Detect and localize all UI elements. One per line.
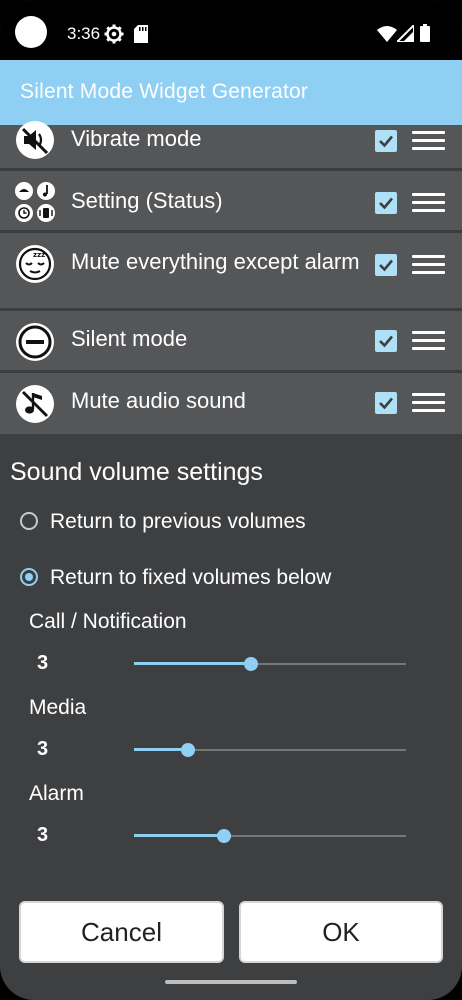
do-not-disturb-icon <box>16 323 54 361</box>
radio-fixed-volumes[interactable] <box>20 568 38 586</box>
mode-label: Silent mode <box>71 326 188 351</box>
mode-label: Mute audio sound <box>71 388 246 413</box>
drag-handle-icon[interactable] <box>412 255 445 279</box>
slider-fill <box>134 662 251 665</box>
radio-label[interactable]: Return to previous volumes <box>50 510 306 534</box>
status-time: 3:36 <box>67 24 101 43</box>
slider-thumb[interactable] <box>244 657 258 671</box>
screen: 3:36 Silent Mode Widget Generator Vibrat… <box>0 0 462 1000</box>
ok-button[interactable]: OK <box>239 901 443 963</box>
slider-thumb[interactable] <box>181 743 195 757</box>
volume-value: 3 <box>37 824 49 846</box>
mode-label: Mute everything except alarm <box>71 249 360 274</box>
volume-slider[interactable] <box>134 742 406 758</box>
volume-slider[interactable] <box>134 828 406 844</box>
sd-card-icon <box>134 25 148 43</box>
volume-label: Alarm <box>29 782 84 805</box>
cancel-button[interactable]: Cancel <box>19 901 224 963</box>
list-item[interactable]: Silent mode <box>0 311 462 373</box>
mode-label: Vibrate mode <box>71 126 202 151</box>
checkbox-checked[interactable] <box>375 130 397 152</box>
checkbox-checked[interactable] <box>375 392 397 414</box>
drag-handle-icon[interactable] <box>412 331 445 355</box>
radio-label[interactable]: Return to fixed volumes below <box>50 566 331 590</box>
settings-gear-icon <box>104 24 124 44</box>
slider-fill <box>134 834 224 837</box>
section-title: Sound volume settings <box>10 458 263 486</box>
slider-thumb[interactable] <box>217 829 231 843</box>
checkbox-checked[interactable] <box>375 254 397 276</box>
drag-handle-icon[interactable] <box>412 193 445 217</box>
cell-signal-icon <box>397 25 414 42</box>
drag-handle-icon[interactable] <box>412 393 445 417</box>
drag-handle-icon[interactable] <box>412 131 445 155</box>
status-grid-icon <box>15 182 55 222</box>
svg-text:zzz: zzz <box>33 251 45 259</box>
app-bar: Silent Mode Widget Generator <box>0 60 462 125</box>
status-bar: 3:36 <box>0 0 462 60</box>
app-title: Silent Mode Widget Generator <box>20 80 309 103</box>
volume-value: 3 <box>37 738 49 760</box>
volume-label: Call / Notification <box>29 610 187 633</box>
checkbox-checked[interactable] <box>375 330 397 352</box>
radio-previous-volumes[interactable] <box>20 512 38 530</box>
list-item[interactable]: zzz Mute everything except alarm <box>0 233 462 311</box>
volume-slider[interactable] <box>134 656 406 672</box>
slider-fill <box>134 748 188 751</box>
list-item[interactable]: Vibrate mode <box>0 121 462 171</box>
list-item[interactable]: Mute audio sound <box>0 373 462 434</box>
music-off-icon <box>16 385 54 423</box>
mode-label: Setting (Status) <box>71 188 223 213</box>
volume-label: Media <box>29 696 87 719</box>
wifi-icon <box>377 26 397 42</box>
list-item[interactable]: Setting (Status) <box>0 171 462 233</box>
vibrate-mute-speaker-icon <box>16 121 54 159</box>
sleep-face-icon: zzz <box>16 245 54 283</box>
mode-list[interactable]: Vibrate mode Setting (Status) zzz Mute e… <box>0 121 462 434</box>
volume-value: 3 <box>37 652 49 674</box>
gesture-nav-bar[interactable] <box>165 980 297 984</box>
checkbox-checked[interactable] <box>375 192 397 214</box>
battery-icon <box>420 24 430 42</box>
camera-cutout <box>15 16 47 48</box>
